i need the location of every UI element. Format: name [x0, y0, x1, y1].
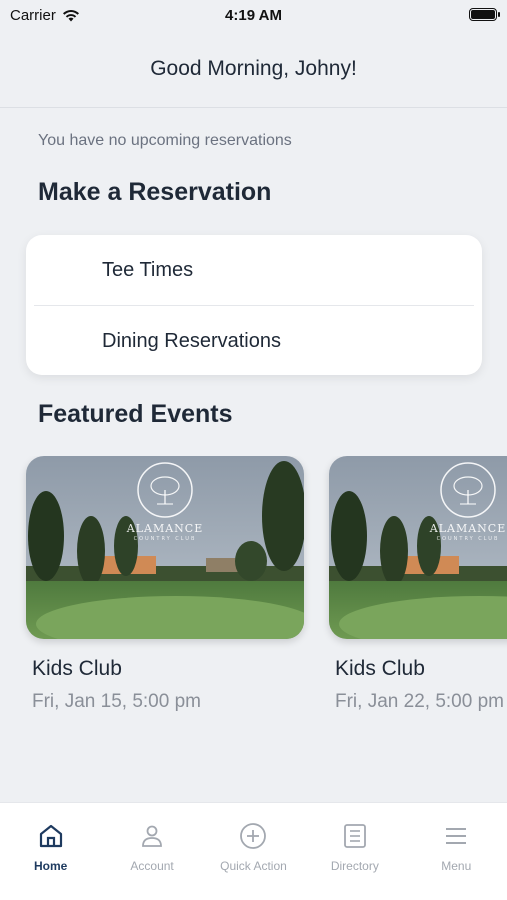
status-bar: Carrier 4:19 AM — [0, 0, 507, 30]
tab-account[interactable]: Account — [102, 821, 203, 900]
greeting-title: Good Morning, Johny! — [150, 56, 357, 80]
club-logo — [440, 462, 496, 518]
status-time: 4:19 AM — [225, 6, 282, 24]
tee-times-label: Tee Times — [102, 258, 194, 281]
menu-icon — [441, 821, 471, 851]
event-date: Fri, Jan 15, 5:00 pm — [32, 691, 201, 712]
event-image: ALAMANCE COUNTRY CLUB — [329, 456, 507, 639]
club-logo — [137, 462, 193, 518]
event-image: ALAMANCE COUNTRY CLUB — [26, 456, 304, 639]
tab-label: Directory — [330, 859, 379, 873]
event-date: Fri, Jan 22, 5:00 pm — [335, 691, 504, 712]
tab-quick-action[interactable]: Quick Action — [203, 821, 304, 900]
club-logo-text: ALAMANCE — [126, 522, 204, 535]
event-card[interactable]: ALAMANCE COUNTRY CLUB Kids Club Fri, Jan… — [329, 456, 507, 713]
event-title: Kids Club — [335, 657, 425, 680]
tab-label: Home — [34, 859, 68, 873]
tab-menu[interactable]: Menu — [406, 821, 507, 900]
event-title: Kids Club — [32, 657, 122, 680]
featured-events-carousel[interactable]: ALAMANCE COUNTRY CLUB Kids Club Fri, Jan… — [0, 456, 507, 726]
no-reservations-text: You have no upcoming reservations — [38, 132, 292, 149]
make-reservation-title: Make a Reservation — [38, 178, 272, 206]
bottom-tab-bar: Home Account Quick Action Directory Menu — [0, 802, 507, 900]
battery-icon — [469, 8, 500, 21]
club-logo-subtext: COUNTRY CLUB — [436, 536, 500, 542]
event-card[interactable]: ALAMANCE COUNTRY CLUB Kids Club Fri, Jan… — [26, 456, 304, 713]
home-icon — [36, 821, 66, 851]
club-logo-subtext: COUNTRY CLUB — [133, 536, 197, 542]
reservation-options-card: Tee Times Dining Reservations — [26, 235, 482, 375]
tab-label: Account — [130, 859, 174, 873]
plus-circle-icon — [238, 821, 268, 851]
club-logo-text: ALAMANCE — [429, 522, 507, 535]
page-header: Good Morning, Johny! — [0, 30, 507, 108]
tab-home[interactable]: Home — [0, 821, 101, 900]
dining-reservations-button[interactable]: Dining Reservations — [26, 306, 482, 375]
featured-events-title: Featured Events — [38, 400, 233, 428]
tab-label: Menu — [441, 859, 472, 873]
tee-times-button[interactable]: Tee Times — [26, 235, 482, 305]
dining-reservations-label: Dining Reservations — [102, 329, 281, 352]
account-icon — [137, 821, 167, 851]
tab-directory[interactable]: Directory — [304, 821, 405, 900]
directory-icon — [340, 821, 370, 851]
tab-label: Quick Action — [220, 859, 287, 873]
